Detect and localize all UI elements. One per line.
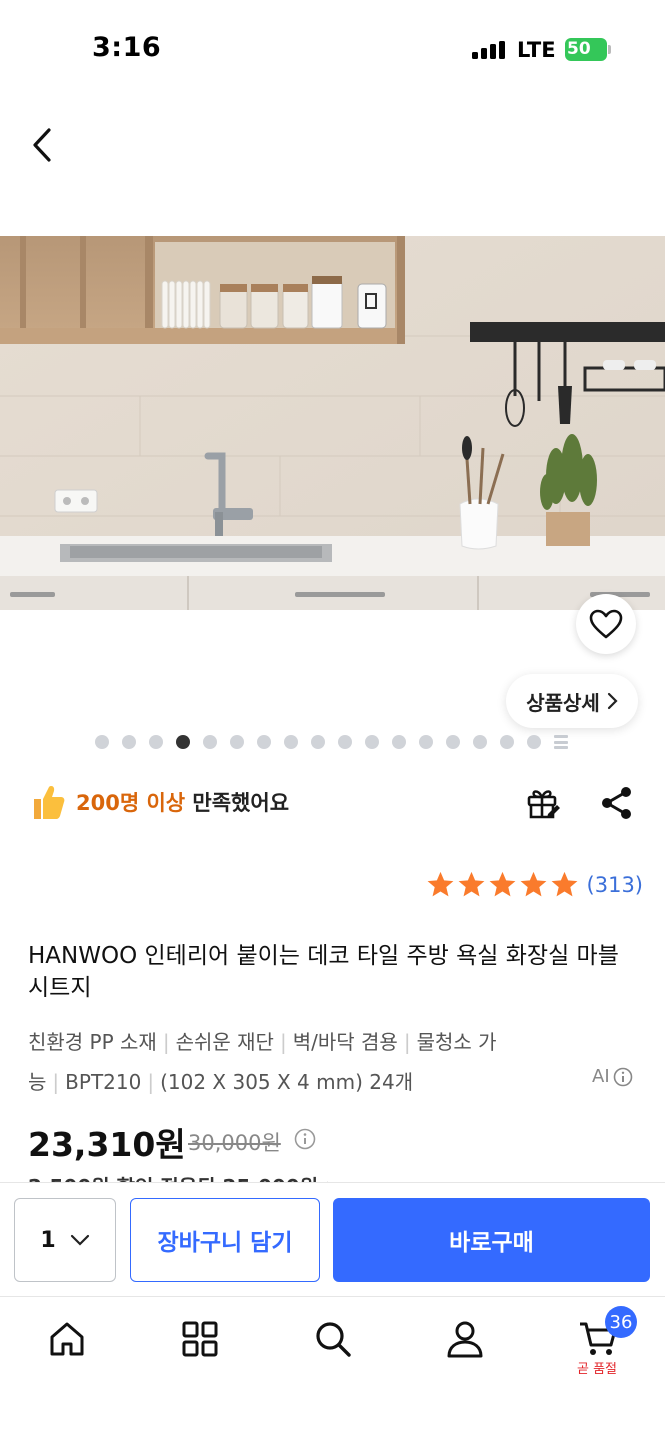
rating[interactable]: (313): [426, 870, 643, 899]
ai-summary-label[interactable]: AI: [592, 1066, 633, 1087]
user-icon: [447, 1321, 483, 1358]
kitchen-photo: [0, 236, 665, 610]
tag-separator: |: [147, 1070, 155, 1094]
page-dot[interactable]: [500, 735, 514, 749]
nav-categories[interactable]: [180, 1319, 220, 1359]
add-to-cart-button[interactable]: 장바구니 담기: [130, 1198, 320, 1282]
page-dot[interactable]: [311, 735, 325, 749]
cart-soldout-label: 곧 품절: [577, 1362, 618, 1377]
nav-search[interactable]: [313, 1319, 353, 1359]
star-icon: [458, 871, 484, 897]
page-dot[interactable]: [257, 735, 271, 749]
chevron-down-icon: [70, 1234, 89, 1246]
quantity-value: 1: [40, 1227, 56, 1253]
satisfaction-text: 만족했어요: [185, 791, 290, 815]
status-time: 3:16: [92, 32, 162, 63]
tag-separator: |: [162, 1030, 170, 1054]
purchase-action-bar: 1 장바구니 담기 바로구매: [0, 1182, 665, 1296]
product-tag: 손쉬운 재단: [175, 1030, 274, 1054]
price-info-icon[interactable]: [294, 1128, 316, 1150]
quantity-select[interactable]: 1: [14, 1198, 116, 1282]
page-dot[interactable]: [365, 735, 379, 749]
review-count[interactable]: (313): [587, 873, 643, 897]
product-detail-button[interactable]: 상품상세: [506, 674, 638, 728]
star-icon: [551, 871, 577, 897]
star-icon: [489, 871, 515, 897]
page-dot[interactable]: [419, 735, 433, 749]
page-dot[interactable]: [473, 735, 487, 749]
page-dot[interactable]: [446, 735, 460, 749]
satisfaction-row: 200명 이상 만족했어요: [30, 782, 289, 822]
page-dot[interactable]: [95, 735, 109, 749]
star-icon: [520, 871, 546, 897]
page-dot[interactable]: [527, 735, 541, 749]
share-button[interactable]: [598, 784, 636, 822]
sale-price: 23,310원: [28, 1125, 186, 1164]
tag-separator: |: [52, 1070, 60, 1094]
signal-icon: [472, 41, 508, 59]
buy-now-button[interactable]: 바로구매: [333, 1198, 650, 1282]
original-price: 30,000원: [188, 1131, 281, 1155]
product-tag: BPT210: [65, 1070, 142, 1094]
battery-level: 50: [567, 39, 591, 59]
page-dot[interactable]: [203, 735, 217, 749]
thumbs-up-icon: [34, 786, 65, 819]
page-dot[interactable]: [284, 735, 298, 749]
bottom-navigation: [0, 1296, 665, 1440]
chevron-left-icon: [33, 128, 51, 162]
product-title: HANWOO 인테리어 붙이는 데코 타일 주방 욕실 화장실 마블 시트지: [28, 943, 619, 1001]
info-icon: [613, 1067, 632, 1086]
chevron-right-icon: [607, 692, 618, 710]
page-dot[interactable]: [338, 735, 352, 749]
wishlist-button[interactable]: [576, 594, 636, 654]
image-page-indicator[interactable]: [95, 734, 568, 750]
gift-button[interactable]: [524, 784, 562, 822]
page-dot[interactable]: [230, 735, 244, 749]
rating-stars: [426, 870, 579, 899]
heart-icon: [589, 609, 623, 639]
network-label: LTE: [517, 38, 556, 62]
gallery-grid-icon[interactable]: [554, 735, 568, 749]
nav-home[interactable]: [47, 1319, 87, 1359]
product-tag: 벽/바닥 겸용: [292, 1030, 398, 1054]
product-image[interactable]: [0, 236, 665, 610]
grid-icon: [182, 1321, 218, 1357]
product-tag: (102 X 305 X 4 mm) 24개: [160, 1070, 414, 1094]
satisfaction-count: 200명 이상: [76, 791, 186, 815]
nav-my-account[interactable]: [445, 1319, 485, 1359]
page-dot[interactable]: [176, 735, 190, 749]
product-tag: 친환경 PP 소재: [28, 1030, 157, 1054]
page-dot[interactable]: [149, 735, 163, 749]
product-detail-label: 상품상세: [526, 690, 600, 715]
ai-label-text: AI: [592, 1066, 610, 1087]
star-icon: [427, 871, 453, 897]
gift-icon: [527, 790, 560, 819]
back-button[interactable]: [22, 122, 62, 168]
status-bar: 3:16 LTE 50: [0, 0, 665, 100]
product-tags: 친환경 PP 소재 | 손쉬운 재단 | 벽/바닥 겸용 | 물청소 가능 | BPT210 |(…: [28, 1022, 588, 1102]
share-icon: [602, 787, 631, 819]
tag-separator: |: [403, 1030, 411, 1054]
page-dot[interactable]: [392, 735, 406, 749]
battery-icon: 50: [565, 38, 611, 61]
tag-separator: |: [279, 1030, 287, 1054]
page-dot[interactable]: [122, 735, 136, 749]
cart-count-badge: 36: [605, 1306, 637, 1338]
search-icon: [316, 1322, 351, 1357]
home-icon: [50, 1322, 84, 1356]
